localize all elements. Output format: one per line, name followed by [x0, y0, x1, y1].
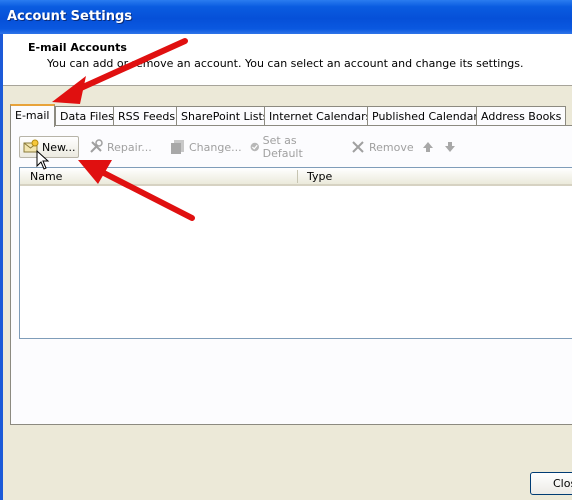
change-button-label: Change... [189, 140, 242, 154]
header-description: You can add or remove an account. You ca… [47, 57, 524, 70]
tools-icon [90, 139, 103, 153]
list-header: Name Type [20, 168, 572, 186]
header-area: E-mail Accounts You can add or remove an… [3, 34, 572, 86]
set-as-default-label: Set as Default [262, 134, 303, 160]
remove-button-label: Remove [369, 140, 414, 154]
window-title: Account Settings [7, 9, 133, 24]
tab-rss-feeds[interactable]: RSS Feeds [113, 106, 181, 126]
header-title: E-mail Accounts [28, 41, 127, 54]
arrow-up-icon [423, 142, 433, 152]
email-tab-panel: New... Repair... Change... Set as Defaul… [10, 125, 572, 425]
repair-button-label: Repair... [107, 140, 152, 154]
change-button[interactable]: Change... [167, 136, 245, 158]
tab-address-books[interactable]: Address Books [476, 106, 567, 126]
tab-internet-calendars[interactable]: Internet Calendars [264, 106, 377, 126]
column-header-type[interactable]: Type [307, 170, 332, 183]
remove-x-icon [352, 141, 364, 153]
move-up-button[interactable] [417, 136, 439, 158]
title-bar: Account Settings [0, 0, 572, 34]
tab-email[interactable]: E-mail [10, 104, 55, 127]
tab-published-calendars[interactable]: Published Calendars [367, 106, 489, 126]
tab-data-files[interactable]: Data Files [55, 106, 119, 126]
change-account-icon [171, 140, 184, 154]
checkmark-circle-icon [250, 142, 259, 152]
tab-sharepoint-lists[interactable]: SharePoint Lists [176, 106, 274, 126]
remove-button[interactable]: Remove [347, 136, 417, 158]
account-list[interactable]: Name Type [19, 167, 572, 339]
set-as-default-button[interactable]: Set as Default [247, 134, 312, 160]
move-down-button[interactable] [439, 136, 461, 158]
column-divider[interactable] [297, 170, 298, 183]
close-button[interactable]: Close [530, 472, 572, 495]
arrow-down-icon [445, 142, 455, 152]
mouse-cursor-icon [36, 150, 50, 170]
repair-button[interactable]: Repair... [85, 136, 155, 158]
